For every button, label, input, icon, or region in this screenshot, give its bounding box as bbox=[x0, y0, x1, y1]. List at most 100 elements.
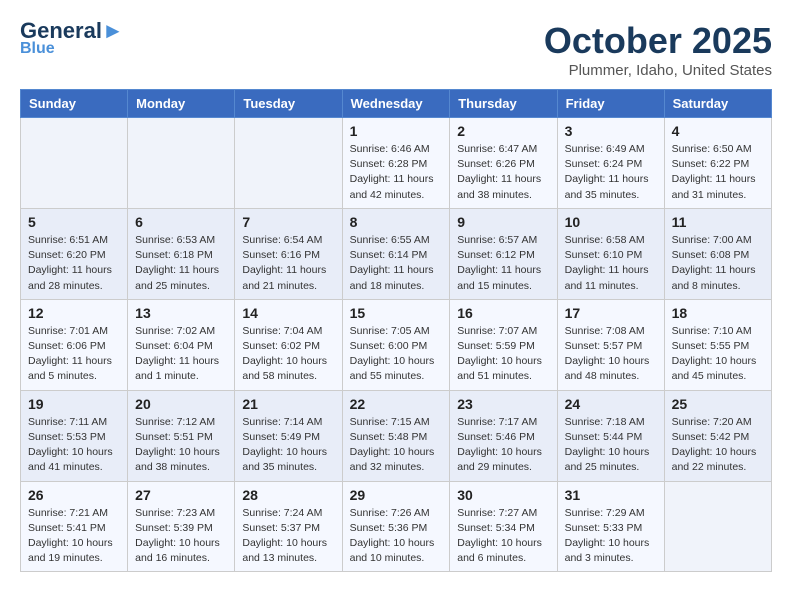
day-number: 3 bbox=[565, 123, 657, 139]
calendar-cell: 13Sunrise: 7:02 AM Sunset: 6:04 PM Dayli… bbox=[128, 299, 235, 390]
day-info: Sunrise: 6:49 AM Sunset: 6:24 PM Dayligh… bbox=[565, 142, 657, 203]
calendar-cell: 18Sunrise: 7:10 AM Sunset: 5:55 PM Dayli… bbox=[664, 299, 771, 390]
calendar-cell: 16 Sunrise: 7:07 AM Sunset: 5:59 PM Dayli… bbox=[450, 299, 557, 390]
calendar-cell: 17 Sunrise: 7:08 AM Sunset: 5:57 PM Dayli… bbox=[557, 299, 664, 390]
calendar-cell: 1 Sunrise: 6:46 AM Sunset: 6:28 PM Daylig… bbox=[342, 118, 450, 209]
calendar-cell: 31 Sunrise: 7:29 AM Sunset: 5:33 PM Dayli… bbox=[557, 481, 664, 572]
calendar-cell: 24 Sunrise: 7:18 AM Sunset: 5:44 PM Dayli… bbox=[557, 390, 664, 481]
calendar-cell: 7 Sunrise: 6:54 AM Sunset: 6:16 PM Daylig… bbox=[235, 208, 342, 299]
calendar-cell: 19 Sunrise: 7:11 AM Sunset: 5:53 PM Dayli… bbox=[21, 390, 128, 481]
calendar-cell: 27Sunrise: 7:23 AM Sunset: 5:39 PM Dayli… bbox=[128, 481, 235, 572]
day-number: 2 bbox=[457, 123, 549, 139]
day-info: Sunrise: 6:57 AM Sunset: 6:12 PM Dayligh… bbox=[457, 233, 549, 294]
calendar-cell bbox=[128, 118, 235, 209]
day-number: 30 bbox=[457, 487, 549, 503]
day-number: 12 bbox=[28, 305, 120, 321]
day-number: 6 bbox=[135, 214, 227, 230]
day-info: Sunrise: 7:29 AM Sunset: 5:33 PM Dayligh… bbox=[565, 506, 657, 567]
day-info: Sunrise: 6:58 AM Sunset: 6:10 PM Dayligh… bbox=[565, 233, 657, 294]
day-number: 29 bbox=[350, 487, 443, 503]
calendar-cell: 26 Sunrise: 7:21 AM Sunset: 5:41 PM Dayli… bbox=[21, 481, 128, 572]
day-number: 1 bbox=[350, 123, 443, 139]
day-info: Sunrise: 7:14 AM Sunset: 5:49 PM Dayligh… bbox=[242, 415, 334, 476]
day-info: Sunrise: 7:02 AM Sunset: 6:04 PM Dayligh… bbox=[135, 324, 227, 385]
week-row-2: 5 Sunrise: 6:51 AM Sunset: 6:20 PM Daylig… bbox=[21, 208, 772, 299]
day-number: 10 bbox=[565, 214, 657, 230]
calendar-cell bbox=[664, 481, 771, 572]
calendar-cell: 4Sunrise: 6:50 AM Sunset: 6:22 PM Daylig… bbox=[664, 118, 771, 209]
calendar-cell: 8Sunrise: 6:55 AM Sunset: 6:14 PM Daylig… bbox=[342, 208, 450, 299]
weekday-tuesday: Tuesday bbox=[235, 90, 342, 118]
day-info: Sunrise: 7:17 AM Sunset: 5:46 PM Dayligh… bbox=[457, 415, 549, 476]
day-number: 16 bbox=[457, 305, 549, 321]
day-info: Sunrise: 7:18 AM Sunset: 5:44 PM Dayligh… bbox=[565, 415, 657, 476]
day-info: Sunrise: 7:11 AM Sunset: 5:53 PM Dayligh… bbox=[28, 415, 120, 476]
day-info: Sunrise: 6:50 AM Sunset: 6:22 PM Dayligh… bbox=[672, 142, 764, 203]
day-number: 11 bbox=[672, 214, 764, 230]
day-number: 31 bbox=[565, 487, 657, 503]
logo-sub: Blue bbox=[20, 40, 55, 58]
day-info: Sunrise: 7:00 AM Sunset: 6:08 PM Dayligh… bbox=[672, 233, 764, 294]
day-number: 21 bbox=[242, 396, 334, 412]
weekday-friday: Friday bbox=[557, 90, 664, 118]
day-info: Sunrise: 6:51 AM Sunset: 6:20 PM Dayligh… bbox=[28, 233, 120, 294]
calendar-cell: 6Sunrise: 6:53 AM Sunset: 6:18 PM Daylig… bbox=[128, 208, 235, 299]
day-info: Sunrise: 7:24 AM Sunset: 5:37 PM Dayligh… bbox=[242, 506, 334, 567]
calendar-cell: 9 Sunrise: 6:57 AM Sunset: 6:12 PM Daylig… bbox=[450, 208, 557, 299]
week-row-5: 26 Sunrise: 7:21 AM Sunset: 5:41 PM Dayli… bbox=[21, 481, 772, 572]
location: Plummer, Idaho, United States bbox=[544, 62, 772, 79]
page-header: General► Blue October 2025 Plummer, Idah… bbox=[20, 20, 772, 79]
day-info: Sunrise: 6:54 AM Sunset: 6:16 PM Dayligh… bbox=[242, 233, 334, 294]
day-number: 28 bbox=[242, 487, 334, 503]
day-info: Sunrise: 7:26 AM Sunset: 5:36 PM Dayligh… bbox=[350, 506, 443, 567]
calendar-cell: 21 Sunrise: 7:14 AM Sunset: 5:49 PM Dayli… bbox=[235, 390, 342, 481]
calendar-cell: 10 Sunrise: 6:58 AM Sunset: 6:10 PM Dayli… bbox=[557, 208, 664, 299]
day-number: 15 bbox=[350, 305, 443, 321]
day-number: 22 bbox=[350, 396, 443, 412]
weekday-saturday: Saturday bbox=[664, 90, 771, 118]
calendar-cell bbox=[235, 118, 342, 209]
day-number: 25 bbox=[672, 396, 764, 412]
day-info: Sunrise: 7:23 AM Sunset: 5:39 PM Dayligh… bbox=[135, 506, 227, 567]
day-number: 5 bbox=[28, 214, 120, 230]
logo-name: General► bbox=[20, 20, 124, 42]
day-number: 23 bbox=[457, 396, 549, 412]
calendar-cell: 12 Sunrise: 7:01 AM Sunset: 6:06 PM Dayli… bbox=[21, 299, 128, 390]
day-number: 9 bbox=[457, 214, 549, 230]
day-info: Sunrise: 7:07 AM Sunset: 5:59 PM Dayligh… bbox=[457, 324, 549, 385]
calendar-cell: 23 Sunrise: 7:17 AM Sunset: 5:46 PM Dayli… bbox=[450, 390, 557, 481]
month-title: October 2025 bbox=[544, 20, 772, 62]
day-info: Sunrise: 6:46 AM Sunset: 6:28 PM Dayligh… bbox=[350, 142, 443, 203]
calendar-cell: 30 Sunrise: 7:27 AM Sunset: 5:34 PM Dayli… bbox=[450, 481, 557, 572]
day-number: 24 bbox=[565, 396, 657, 412]
day-info: Sunrise: 7:15 AM Sunset: 5:48 PM Dayligh… bbox=[350, 415, 443, 476]
calendar-cell: 3 Sunrise: 6:49 AM Sunset: 6:24 PM Daylig… bbox=[557, 118, 664, 209]
day-number: 7 bbox=[242, 214, 334, 230]
calendar-cell: 20Sunrise: 7:12 AM Sunset: 5:51 PM Dayli… bbox=[128, 390, 235, 481]
day-info: Sunrise: 7:20 AM Sunset: 5:42 PM Dayligh… bbox=[672, 415, 764, 476]
day-number: 14 bbox=[242, 305, 334, 321]
week-row-1: 1 Sunrise: 6:46 AM Sunset: 6:28 PM Daylig… bbox=[21, 118, 772, 209]
day-number: 19 bbox=[28, 396, 120, 412]
day-number: 17 bbox=[565, 305, 657, 321]
day-number: 26 bbox=[28, 487, 120, 503]
calendar: SundayMondayTuesdayWednesdayThursdayFrid… bbox=[20, 89, 772, 572]
logo: General► Blue bbox=[20, 20, 124, 58]
calendar-cell: 5 Sunrise: 6:51 AM Sunset: 6:20 PM Daylig… bbox=[21, 208, 128, 299]
calendar-cell bbox=[21, 118, 128, 209]
day-info: Sunrise: 6:55 AM Sunset: 6:14 PM Dayligh… bbox=[350, 233, 443, 294]
day-info: Sunrise: 7:04 AM Sunset: 6:02 PM Dayligh… bbox=[242, 324, 334, 385]
calendar-cell: 25 Sunrise: 7:20 AM Sunset: 5:42 PM Dayli… bbox=[664, 390, 771, 481]
weekday-thursday: Thursday bbox=[450, 90, 557, 118]
day-info: Sunrise: 7:21 AM Sunset: 5:41 PM Dayligh… bbox=[28, 506, 120, 567]
title-area: October 2025 Plummer, Idaho, United Stat… bbox=[544, 20, 772, 79]
day-info: Sunrise: 7:08 AM Sunset: 5:57 PM Dayligh… bbox=[565, 324, 657, 385]
calendar-cell: 29 Sunrise: 7:26 AM Sunset: 5:36 PM Dayli… bbox=[342, 481, 450, 572]
day-info: Sunrise: 7:12 AM Sunset: 5:51 PM Dayligh… bbox=[135, 415, 227, 476]
calendar-cell: 2Sunrise: 6:47 AM Sunset: 6:26 PM Daylig… bbox=[450, 118, 557, 209]
weekday-wednesday: Wednesday bbox=[342, 90, 450, 118]
calendar-cell: 15Sunrise: 7:05 AM Sunset: 6:00 PM Dayli… bbox=[342, 299, 450, 390]
day-info: Sunrise: 7:01 AM Sunset: 6:06 PM Dayligh… bbox=[28, 324, 120, 385]
day-info: Sunrise: 7:27 AM Sunset: 5:34 PM Dayligh… bbox=[457, 506, 549, 567]
calendar-cell: 11 Sunrise: 7:00 AM Sunset: 6:08 PM Dayli… bbox=[664, 208, 771, 299]
